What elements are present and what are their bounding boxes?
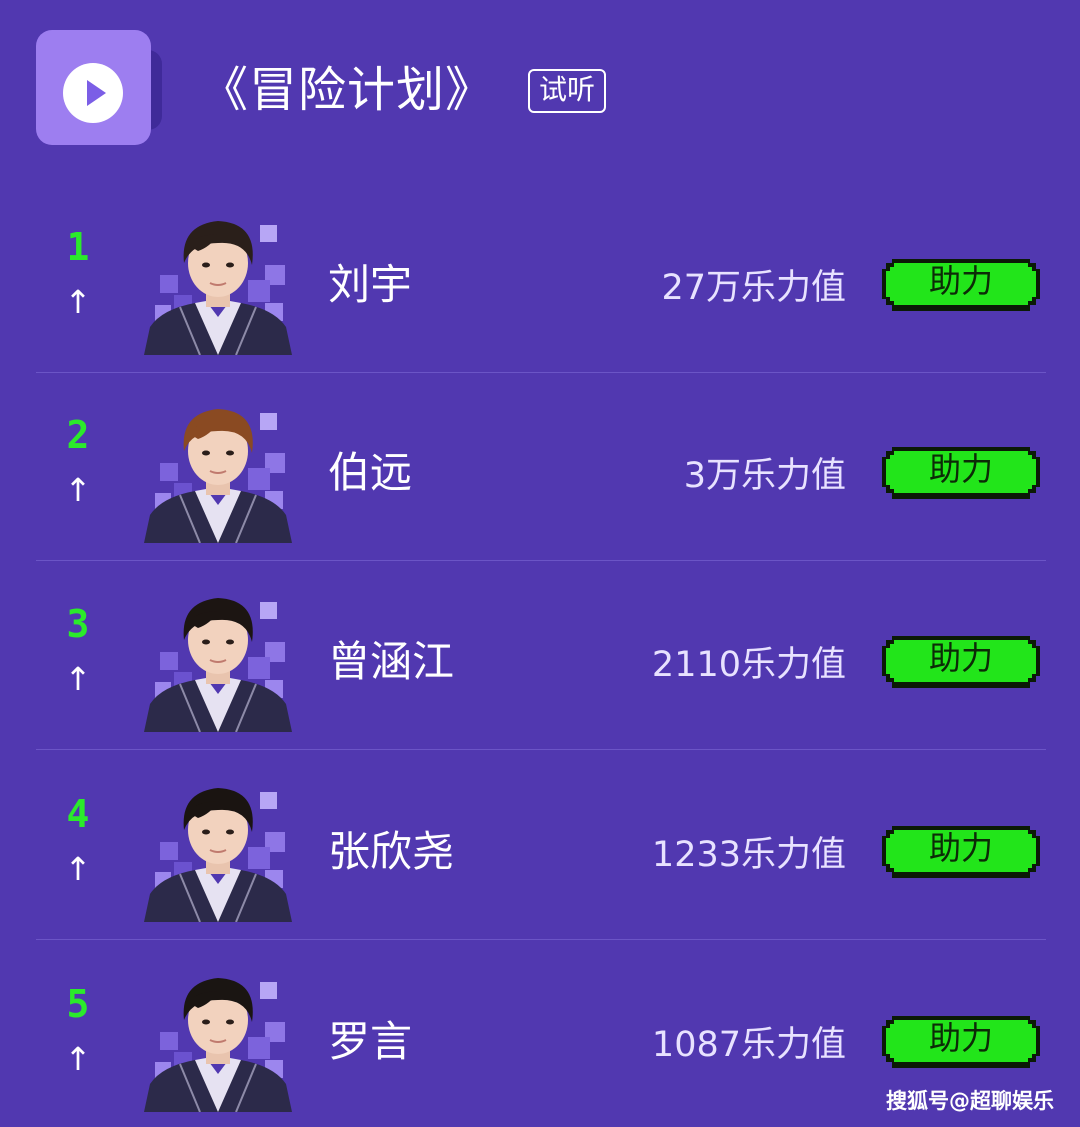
trend-up-icon: ↑ (64, 471, 92, 509)
contestant-name: 张欣尧 (328, 827, 455, 876)
contestant-name: 罗言 (328, 1017, 413, 1066)
boost-label: 助力 (928, 1019, 993, 1057)
boost-label: 助力 (928, 829, 993, 867)
score-value: 2110乐力值 (651, 645, 846, 685)
avatar (140, 393, 295, 543)
score-value: 27万乐力值 (661, 268, 846, 308)
score-value: 1087乐力值 (651, 1025, 846, 1065)
listen-button[interactable]: 试听 (528, 69, 606, 113)
song-header: 《冒险计划》 试听 (0, 0, 1080, 165)
boost-button[interactable]: 助力 (880, 253, 1042, 317)
rank-number: 4 (66, 792, 90, 836)
contestant-name: 伯远 (328, 448, 413, 497)
boost-label: 助力 (928, 262, 993, 300)
watermark: 搜狐号@超聊娱乐 (886, 1089, 1054, 1113)
ranking-row: 4 ↑ 张欣尧 1233乐力值 助力 (0, 752, 1080, 940)
score-value: 1233乐力值 (651, 835, 846, 875)
rank-number: 5 (66, 982, 90, 1026)
boost-button[interactable]: 助力 (880, 630, 1042, 694)
avatar (140, 582, 295, 732)
contestant-name: 曾涵江 (328, 637, 455, 686)
boost-button[interactable]: 助力 (880, 1010, 1042, 1074)
avatar (140, 962, 295, 1112)
avatar (140, 205, 295, 355)
ranking-row: 2 ↑ 伯远 3万乐力值 助力 (0, 373, 1080, 561)
play-triangle-icon (87, 80, 106, 106)
trend-up-icon: ↑ (64, 660, 92, 698)
boost-button[interactable]: 助力 (880, 820, 1042, 884)
trend-up-icon: ↑ (64, 283, 92, 321)
ranking-row: 1 ↑ 刘宇 27万乐力值 助力 (0, 185, 1080, 373)
avatar (140, 772, 295, 922)
rank-number: 2 (66, 413, 90, 457)
score-value: 3万乐力值 (683, 456, 846, 496)
contestant-name: 刘宇 (328, 260, 413, 309)
boost-button[interactable]: 助力 (880, 441, 1042, 505)
row-divider (36, 749, 1046, 750)
rank-number: 3 (66, 602, 90, 646)
ranking-page: 《冒险计划》 试听 1 ↑ 刘宇 27万乐力值 助力 2 ↑ 伯远 3万乐力值 助力 3 ↑ 曾涵江 21… (0, 0, 1080, 1127)
trend-up-icon: ↑ (64, 850, 92, 888)
trend-up-icon: ↑ (64, 1040, 92, 1078)
rank-number: 1 (66, 225, 90, 269)
boost-label: 助力 (928, 639, 993, 677)
row-divider (36, 560, 1046, 561)
ranking-row: 3 ↑ 曾涵江 2110乐力值 助力 (0, 562, 1080, 750)
boost-label: 助力 (928, 450, 993, 488)
row-divider (36, 939, 1046, 940)
song-title: 《冒险计划》 (200, 62, 495, 118)
